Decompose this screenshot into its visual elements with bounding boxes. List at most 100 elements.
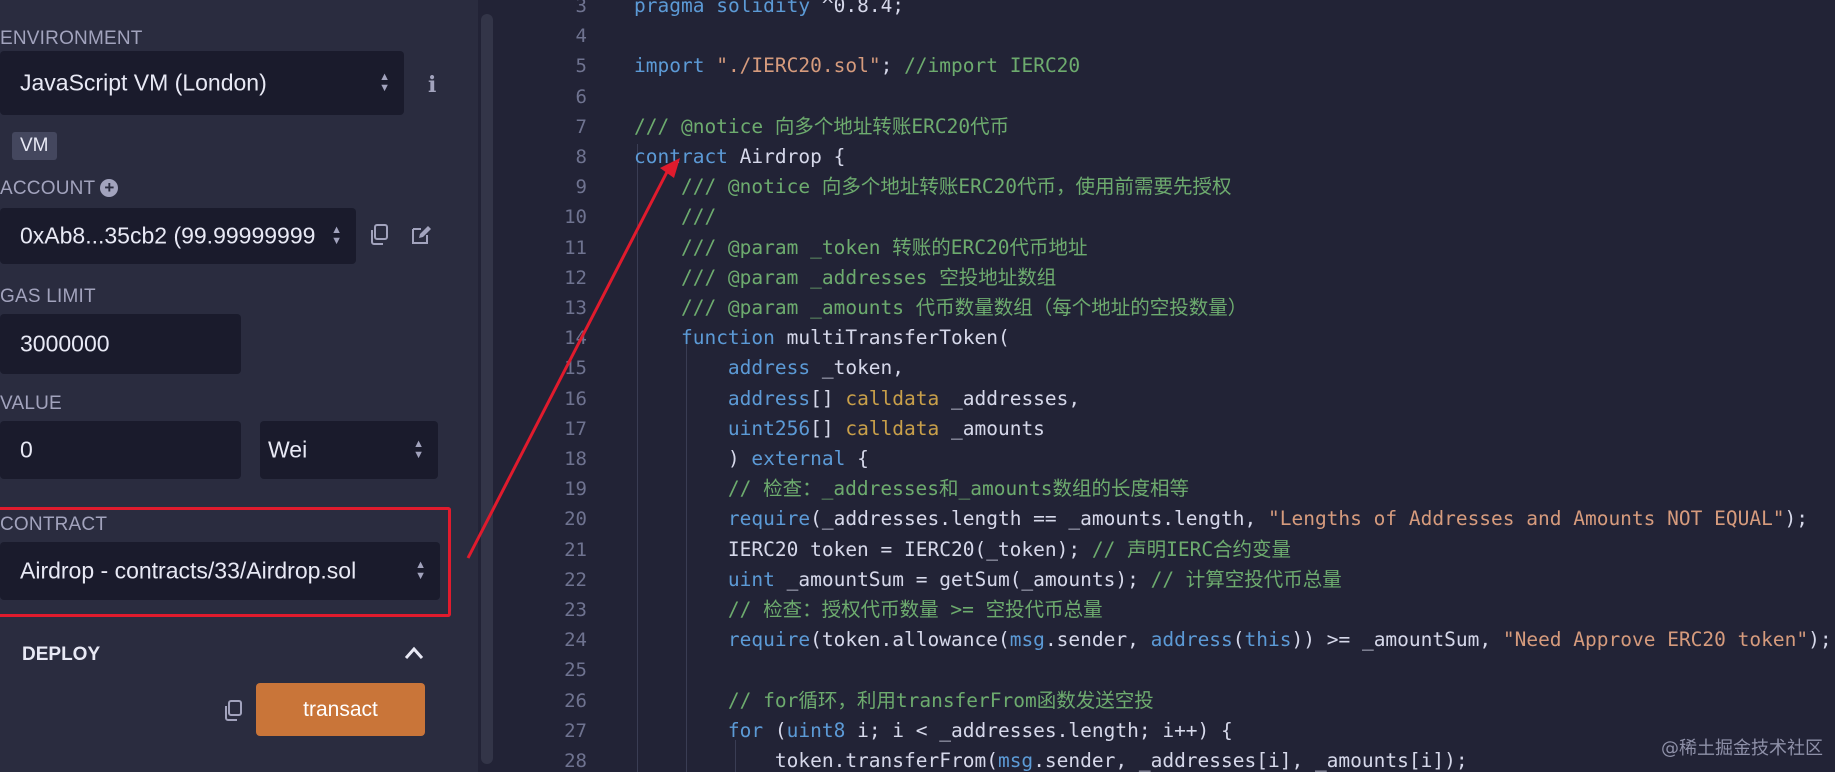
value-unit-select[interactable]: Wei ▲ ▼	[260, 421, 438, 479]
select-arrows-icon: ▲ ▼	[413, 438, 424, 461]
account-value: 0xAb8...35cb2 (99.999999999...	[20, 222, 316, 249]
code-line[interactable]: 18 ) external {	[498, 444, 1835, 474]
value-unit: Wei	[268, 436, 308, 463]
select-arrows-icon: ▲ ▼	[379, 71, 390, 94]
line-number: 4	[575, 25, 587, 48]
code-line[interactable]: 10 ///	[498, 202, 1835, 232]
environment-select[interactable]: JavaScript VM (London) ▲ ▼	[0, 51, 404, 115]
value-input[interactable]: 0	[0, 421, 241, 479]
line-number: 14	[564, 327, 587, 350]
value-label: VALUE	[0, 393, 62, 414]
code-line[interactable]: 15 address _token,	[498, 353, 1835, 383]
code-line[interactable]: 26 // for循环，利用transferFrom函数发送空投	[498, 686, 1835, 716]
contract-select[interactable]: Airdrop - contracts/33/Airdrop.sol ▲ ▼	[0, 542, 440, 600]
copy-icon[interactable]	[369, 224, 389, 251]
code-text: // 检查：_addresses和_amounts数组的长度相等	[727, 477, 1189, 501]
code-text: /// @notice 向多个地址转账ERC20代币	[634, 114, 1010, 138]
add-account-icon[interactable]: +	[100, 179, 119, 197]
code-text: /// @param _amounts 代币数量数组（每个地址的空投数量）	[680, 296, 1248, 319]
code-line[interactable]: 11 /// @param _token 转账的ERC20代币地址	[498, 233, 1835, 263]
code-text: function multiTransferToken(	[680, 326, 1010, 350]
line-number: 22	[564, 568, 587, 591]
code-editor[interactable]: 3 pragma solidity ^0.8.4; 4 5 import "./IERC…	[498, 0, 1835, 772]
line-number: 18	[564, 448, 587, 470]
value-amount: 0	[20, 436, 33, 463]
code-line[interactable]: 27 for (uint8 i; i < _addresses.length; …	[498, 716, 1835, 746]
transact-button[interactable]: transact	[256, 683, 425, 736]
code-text: for (uint8 i; i < _addresses.length; i++…	[727, 718, 1233, 742]
line-number: 7	[575, 115, 587, 138]
line-number: 19	[564, 478, 587, 501]
code-text: require(_addresses.length == _amounts.le…	[727, 507, 1809, 531]
code-line[interactable]: 9 /// @notice 向多个地址转账ERC20代币，使用前需要先授权	[498, 172, 1835, 202]
vm-badge: VM	[12, 132, 57, 160]
line-number: 15	[564, 357, 587, 380]
code-text: uint _amountSum = getSum(_amounts); // 计…	[727, 567, 1342, 591]
code-text: require(token.allowance(msg.sender, addr…	[727, 628, 1832, 652]
line-number: 20	[564, 508, 587, 531]
info-icon[interactable]: i	[428, 72, 436, 98]
account-label: ACCOUNT +	[0, 178, 119, 200]
gas-limit-input[interactable]: 3000000	[0, 314, 241, 374]
panel-scrollbar-thumb[interactable]	[481, 14, 493, 764]
deploy-label: DEPLOY	[22, 644, 101, 665]
code-text: /// @param _token 转账的ERC20代币地址	[680, 235, 1088, 259]
deploy-panel: ENVIRONMENT JavaScript VM (London) ▲ ▼ i …	[0, 0, 478, 772]
line-number: 16	[564, 387, 587, 410]
line-number: 5	[575, 55, 587, 78]
line-number: 6	[575, 85, 587, 108]
line-number: 12	[564, 266, 587, 289]
copy-icon[interactable]	[223, 700, 243, 727]
environment-label: ENVIRONMENT	[0, 28, 143, 49]
code-line[interactable]: 5 import "./IERC20.sol"; //import IERC20	[498, 51, 1835, 81]
code-line[interactable]: 23 // 检查：授权代币数量 >= 空投代币总量	[498, 595, 1835, 625]
gas-limit-label: GAS LIMIT	[0, 286, 96, 307]
code-text: /// @param _addresses 空投地址数组	[680, 265, 1057, 289]
code-line[interactable]: 24 require(token.allowance(msg.sender, a…	[498, 625, 1835, 655]
code-line[interactable]: 14 function multiTransferToken(	[498, 323, 1835, 353]
line-number: 9	[575, 176, 587, 199]
code-text: ) external {	[634, 447, 869, 470]
code-text: import "./IERC20.sol"; //import IERC20	[634, 54, 1081, 78]
code-line[interactable]: 21 IERC20 token = IERC20(_token); // 声明I…	[498, 535, 1835, 565]
code-line[interactable]: 16 address[] calldata _addresses,	[498, 384, 1835, 414]
contract-label: CONTRACT	[0, 514, 108, 535]
line-number: 28	[564, 750, 587, 772]
code-text: pragma solidity ^0.8.4;	[634, 0, 905, 17]
code-text: token.transferFrom(msg.sender, _addresse…	[634, 749, 1468, 772]
select-arrows-icon: ▲ ▼	[331, 224, 342, 247]
code-line[interactable]: 19 // 检查：_addresses和_amounts数组的长度相等	[498, 474, 1835, 504]
line-number: 13	[564, 297, 587, 319]
line-number: 3	[575, 0, 587, 17]
code-line[interactable]: 7 /// @notice 向多个地址转账ERC20代币	[498, 112, 1835, 142]
select-arrows-icon: ▲ ▼	[415, 559, 426, 582]
line-number: 17	[564, 417, 587, 440]
code-line[interactable]: 8 contract Airdrop {	[498, 142, 1835, 172]
code-text: /// @notice 向多个地址转账ERC20代币，使用前需要先授权	[680, 175, 1232, 199]
code-text: address _token,	[727, 356, 905, 380]
code-line[interactable]: 22 uint _amountSum = getSum(_amounts); /…	[498, 565, 1835, 595]
line-number: 27	[564, 719, 587, 742]
code-line[interactable]: 28 token.transferFrom(msg.sender, _addre…	[498, 746, 1835, 772]
line-number: 23	[564, 599, 587, 621]
code-line[interactable]: 17 uint256[] calldata _amounts	[498, 414, 1835, 444]
code-line[interactable]: 25	[498, 655, 1835, 685]
line-number: 11	[564, 236, 587, 259]
code-line[interactable]: 3 pragma solidity ^0.8.4;	[498, 0, 1835, 21]
code-line[interactable]: 6	[498, 82, 1835, 112]
environment-value: JavaScript VM (London)	[20, 69, 267, 96]
account-select[interactable]: 0xAb8...35cb2 (99.999999999... ▲ ▼	[0, 208, 356, 264]
line-number: 10	[564, 206, 587, 229]
code-text: contract Airdrop {	[634, 145, 846, 168]
gas-limit-value: 3000000	[20, 330, 110, 357]
code-text: uint256[] calldata _amounts	[727, 416, 1045, 440]
code-line[interactable]: 20 require(_addresses.length == _amounts…	[498, 504, 1835, 534]
code-text: address[] calldata _addresses,	[727, 386, 1081, 410]
code-line[interactable]: 12 /// @param _addresses 空投地址数组	[498, 263, 1835, 293]
watermark: @稀土掘金技术社区	[1661, 738, 1823, 759]
edit-icon[interactable]	[410, 224, 432, 251]
code-line[interactable]: 4	[498, 21, 1835, 51]
chevron-up-icon[interactable]	[404, 646, 424, 665]
code-line[interactable]: 13 /// @param _amounts 代币数量数组（每个地址的空投数量）	[498, 293, 1835, 323]
line-number: 8	[575, 146, 587, 168]
